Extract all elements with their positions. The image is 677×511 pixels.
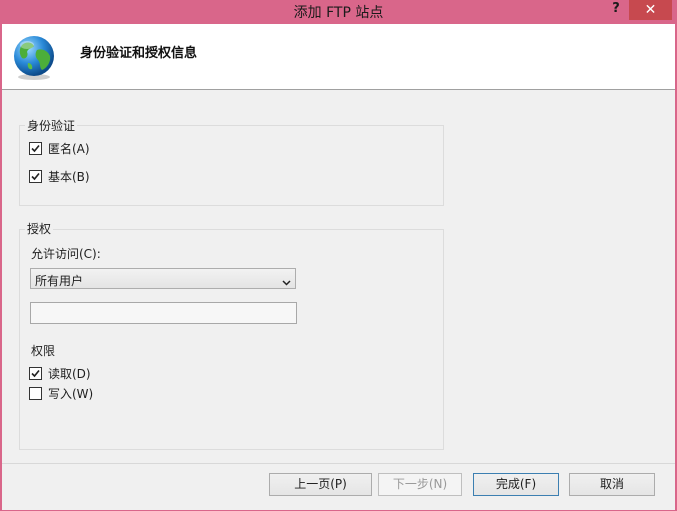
help-button[interactable]: ?: [606, 0, 626, 20]
authentication-group: [19, 125, 444, 206]
chevron-down-icon: [282, 275, 291, 289]
allow-access-value: 所有用户: [35, 274, 84, 288]
allow-access-label: 允许访问(C):: [31, 247, 101, 261]
write-checkbox-box[interactable]: [29, 386, 42, 400]
add-ftp-site-dialog: 添加 FTP 站点 ? ✕ 身份验证和授权信息 身份验证 匿名(A) 基本(B)…: [0, 0, 677, 511]
wizard-footer: 上一页(P) 下一步(N) 完成(F) 取消: [2, 463, 675, 510]
read-checkbox-box[interactable]: [29, 366, 42, 380]
close-icon: ✕: [644, 2, 657, 18]
anonymous-checkbox[interactable]: 匿名(A): [29, 141, 90, 156]
write-checkbox[interactable]: 写入(W): [29, 386, 94, 401]
allow-access-select[interactable]: 所有用户: [30, 268, 296, 289]
basic-label: 基本(B): [48, 169, 90, 184]
basic-checkbox[interactable]: 基本(B): [29, 169, 90, 184]
wizard-content: 身份验证 匿名(A) 基本(B) 授权 允许访问(C): 所有用户 权限 读取(…: [2, 90, 675, 463]
previous-button[interactable]: 上一页(P): [269, 473, 372, 496]
authentication-legend: 身份验证: [25, 117, 78, 134]
anonymous-checkbox-box[interactable]: [29, 141, 42, 155]
finish-button[interactable]: 完成(F): [473, 473, 559, 496]
anonymous-label: 匿名(A): [48, 141, 90, 156]
cancel-button[interactable]: 取消: [569, 473, 655, 496]
next-button[interactable]: 下一步(N): [378, 473, 462, 496]
permissions-label: 权限: [31, 344, 56, 358]
window-title: 添加 FTP 站点: [293, 5, 384, 21]
read-label: 读取(D): [48, 366, 91, 381]
page-title: 身份验证和授权信息: [80, 46, 198, 61]
authorization-legend: 授权: [25, 220, 54, 237]
write-label: 写入(W): [48, 386, 94, 401]
title-bar[interactable]: 添加 FTP 站点 ? ✕: [0, 0, 677, 24]
read-checkbox[interactable]: 读取(D): [29, 366, 91, 381]
basic-checkbox-box[interactable]: [29, 169, 42, 183]
globe-icon: [10, 33, 58, 81]
wizard-header: 身份验证和授权信息: [2, 24, 675, 90]
authorization-group: [19, 229, 444, 450]
user-input-field[interactable]: [30, 302, 297, 324]
close-button[interactable]: ✕: [629, 0, 672, 20]
